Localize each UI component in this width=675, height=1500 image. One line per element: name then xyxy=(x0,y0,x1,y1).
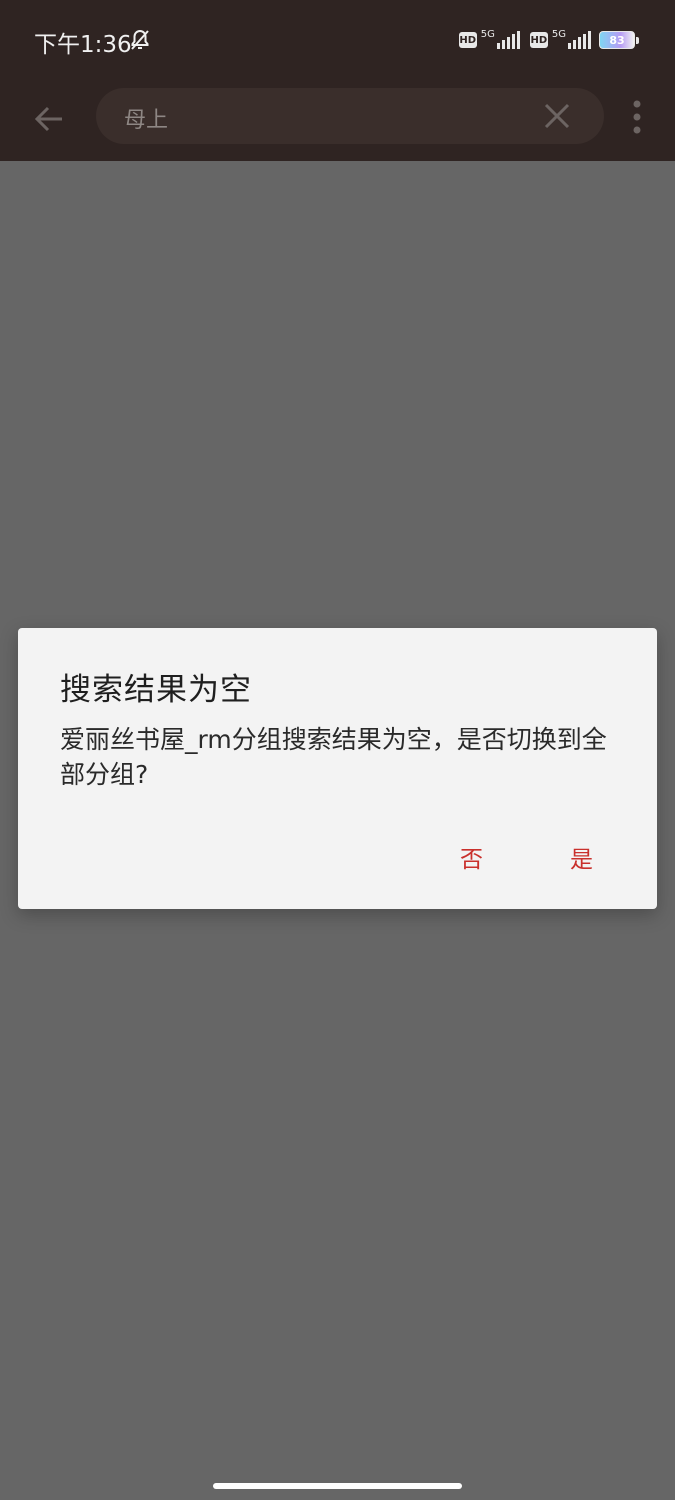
signal-icon-2 xyxy=(568,31,591,49)
yes-button[interactable]: 是 xyxy=(570,840,593,874)
search-field[interactable]: 母上 xyxy=(96,88,604,144)
battery-icon: 83 xyxy=(599,31,635,49)
battery-level: 83 xyxy=(609,33,625,47)
more-options-button[interactable] xyxy=(626,96,648,138)
dialog-message: 爱丽丝书屋_rm分组搜索结果为空，是否切换到全部分组? xyxy=(60,725,607,789)
dialog-title: 搜索结果为空 xyxy=(60,672,252,708)
close-icon xyxy=(544,103,570,129)
more-vert-icon xyxy=(633,100,641,134)
status-time: 下午1:36 xyxy=(34,32,132,58)
hd-badge: HD xyxy=(458,32,477,48)
back-button[interactable] xyxy=(28,98,70,140)
status-bar: 下午1:36 HD 5G HD 5G 83 xyxy=(0,0,675,82)
app-bar: 母上 xyxy=(0,82,675,161)
status-icons: HD 5G HD 5G 83 xyxy=(458,27,639,53)
battery-tip xyxy=(636,36,639,44)
network-type-1: 5G xyxy=(480,29,495,40)
empty-result-dialog: 搜索结果为空 爱丽丝书屋_rm分组搜索结果为空，是否切换到全部分组? 否 是 xyxy=(18,628,657,909)
arrow-left-icon xyxy=(34,106,62,132)
home-indicator[interactable] xyxy=(213,1483,462,1489)
search-input[interactable]: 母上 xyxy=(124,102,168,134)
signal-icon xyxy=(496,31,520,49)
network-type-2: 5G xyxy=(551,29,566,40)
clear-search-button[interactable] xyxy=(542,101,572,131)
no-button[interactable]: 否 xyxy=(460,840,483,874)
hd-badge-2: HD xyxy=(529,32,548,48)
bell-off-icon xyxy=(128,28,152,56)
